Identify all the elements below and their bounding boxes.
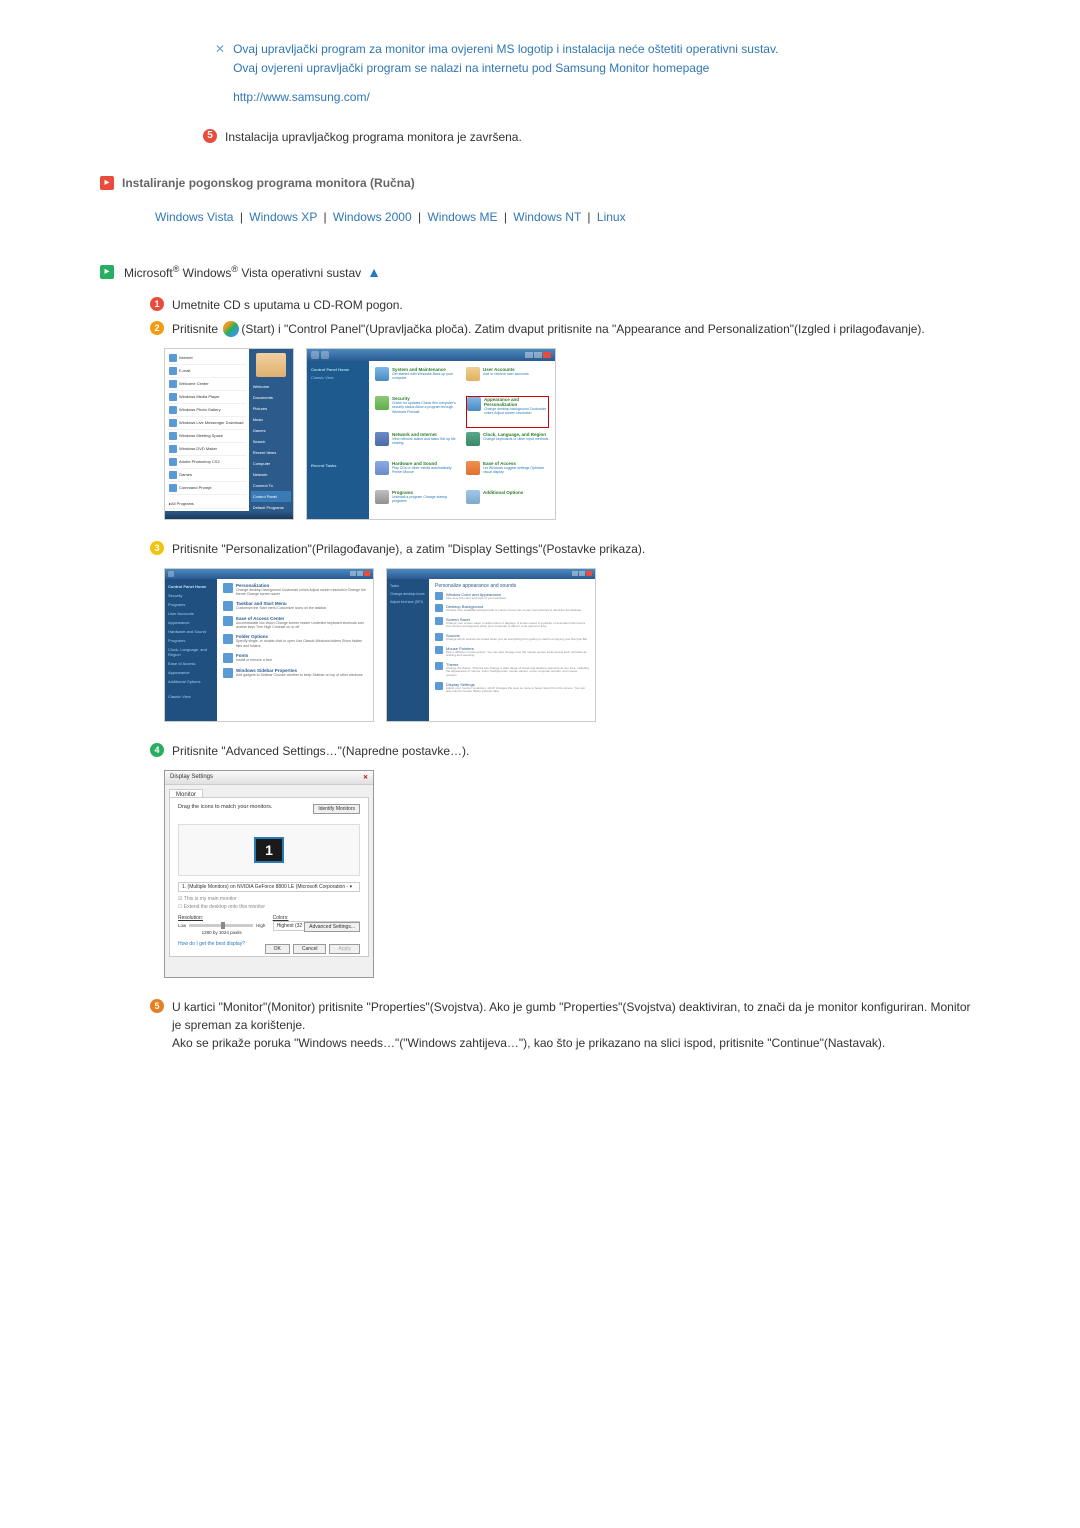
section-title: Instaliranje pogonskog programa monitora… (122, 176, 415, 190)
os-title: Microsoft® Windows® Vista operativni sus… (124, 264, 361, 280)
screenshot-start-menu: Internet E-mail Welcome Center Windows M… (164, 348, 294, 520)
os-links-row: Windows Vista | Windows XP | Windows 200… (155, 210, 980, 224)
samsung-link[interactable]: http://www.samsung.com/ (233, 88, 778, 107)
screenshot-appearance-personalization: Control Panel Home Security Programs Use… (164, 568, 374, 722)
link-2000[interactable]: Windows 2000 (333, 210, 412, 224)
section-arrow-icon: ▸ (100, 176, 114, 190)
item-number-1: 1 (150, 297, 164, 311)
green-arrow-icon: ▸ (100, 265, 114, 279)
item-number-4: 4 (150, 743, 164, 757)
up-triangle-icon[interactable]: ▲ (367, 264, 381, 280)
step-number-5: 5 (203, 129, 217, 143)
link-vista[interactable]: Windows Vista (155, 210, 233, 224)
link-xp[interactable]: Windows XP (249, 210, 317, 224)
item-number-3: 3 (150, 541, 164, 555)
note-x-icon: ✕ (215, 42, 225, 108)
link-linux[interactable]: Linux (597, 210, 626, 224)
step-5-text: Instalacija upravljačkog programa monito… (225, 128, 522, 146)
item-3-text: Pritisnite "Personalization"(Prilagođava… (172, 540, 645, 558)
item-number-5: 5 (150, 999, 164, 1013)
link-me[interactable]: Windows ME (427, 210, 497, 224)
item-2-text: Pritisnite (Start) i "Control Panel"(Upr… (172, 320, 925, 338)
screenshot-display-settings: Display Settings ✕ Monitor Drag the icon… (164, 770, 374, 978)
item-4-text: Pritisnite "Advanced Settings…"(Napredne… (172, 742, 469, 760)
screenshot-control-panel: Control Panel Home Classic View Recent T… (306, 348, 556, 520)
item-1-text: Umetnite CD s uputama u CD-ROM pogon. (172, 296, 403, 314)
link-nt[interactable]: Windows NT (513, 210, 581, 224)
item-5-text: U kartici "Monitor"(Monitor) pritisnite … (172, 998, 980, 1052)
item-number-2: 2 (150, 321, 164, 335)
screenshot-personalization: Tasks Change desktop icons Adjust font s… (386, 568, 596, 722)
certification-note: Ovaj upravljački program za monitor ima … (233, 40, 778, 108)
start-orb-icon (223, 321, 239, 337)
